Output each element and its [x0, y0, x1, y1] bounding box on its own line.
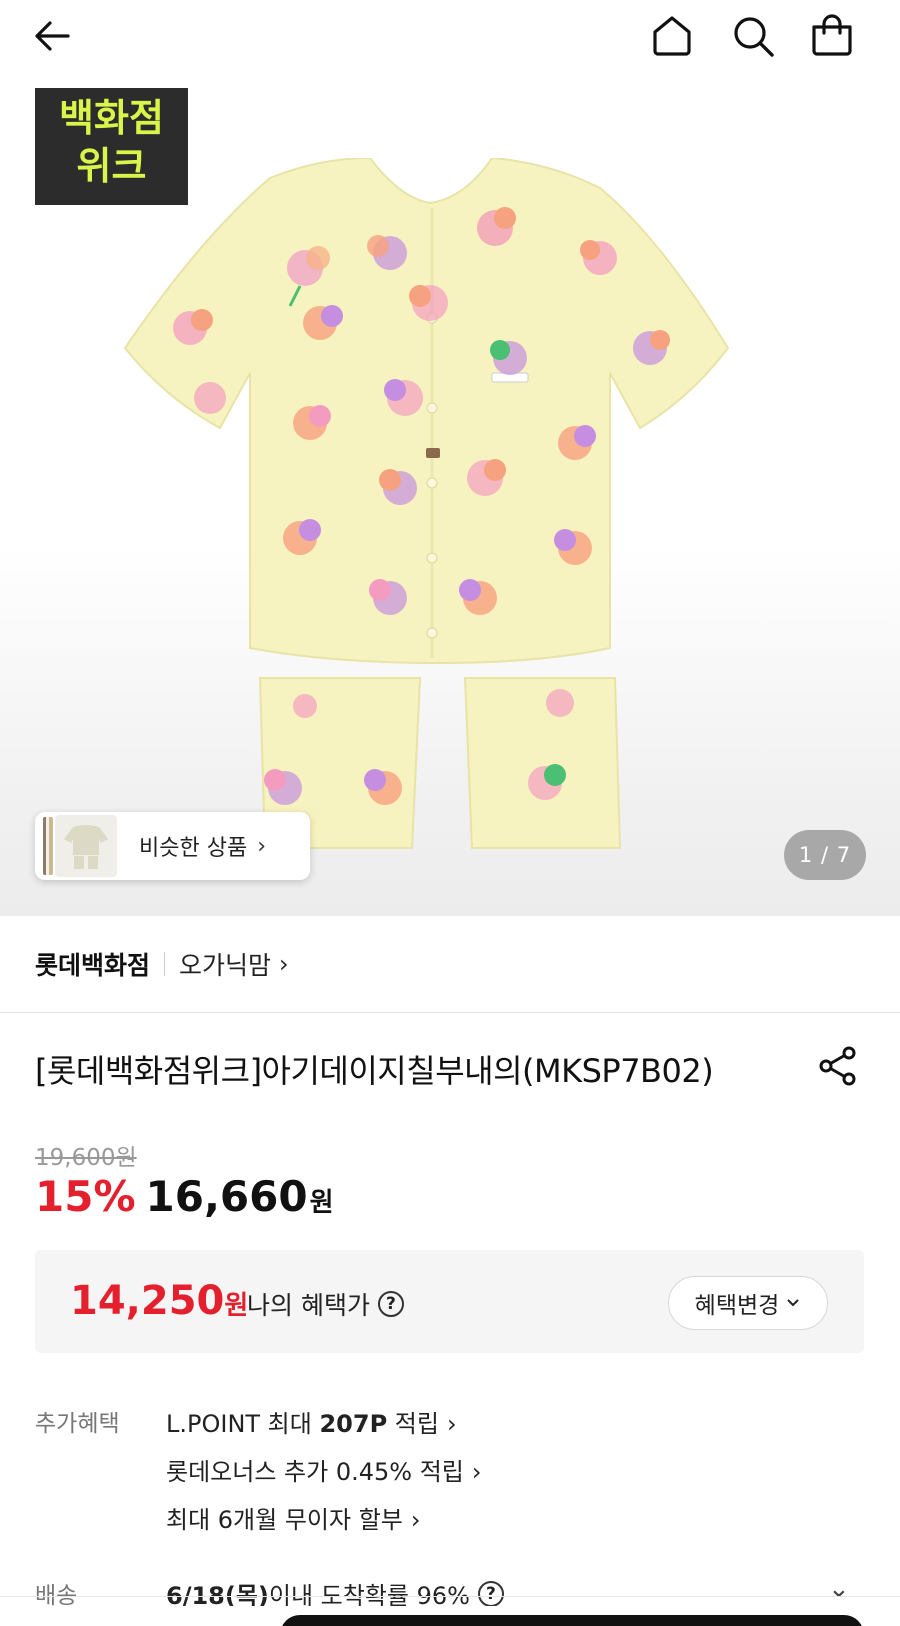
- lpoint-benefit[interactable]: L.POINT 최대 207P 적립 ›: [166, 1404, 457, 1439]
- shipping-label: 배송: [35, 1583, 78, 1606]
- cart-button[interactable]: [806, 10, 858, 62]
- breadcrumb: 롯데백화점 오가닉맘 ›: [35, 944, 289, 984]
- owners-benefit-text: 롯데오너스 추가 0.45% 적립: [166, 1458, 464, 1486]
- shipping-row[interactable]: 배송 6/18(목) 이내 도착확률 96% ? ⌄: [0, 1576, 900, 1606]
- brand-link[interactable]: 오가닉맘: [179, 946, 271, 982]
- product-image-carousel[interactable]: 백화점 위크 비슷한 상품 › 1 / 7: [0, 88, 900, 916]
- product-title: [롯데백화점위크]아기데이지칠부내의(MKSP7B02): [35, 1052, 714, 1090]
- price-row: 15% 16,660 원: [35, 1172, 334, 1221]
- original-price: 19,600원: [35, 1145, 137, 1171]
- search-icon: [734, 17, 774, 57]
- share-icon: [819, 1046, 856, 1086]
- shipping-info: 6/18(목) 이내 도착확률 96% ?: [166, 1576, 504, 1606]
- benefit-label: 나의 혜택가 ?: [247, 1286, 404, 1322]
- price-unit: 원: [309, 1188, 334, 1218]
- benefit-price-value: 14,250: [70, 1278, 225, 1324]
- owners-benefit[interactable]: 롯데오너스 추가 0.45% 적립 ›: [166, 1452, 481, 1487]
- help-icon[interactable]: ?: [477, 1580, 504, 1606]
- benefit-label-text: 나의 혜택가: [247, 1291, 370, 1320]
- product-image: [123, 158, 730, 849]
- top-bar: [0, 0, 900, 88]
- discount-rate: 15%: [35, 1172, 136, 1221]
- chevron-right-icon: ›: [410, 1506, 421, 1534]
- change-benefit-button[interactable]: 혜택변경: [668, 1276, 828, 1330]
- similar-products-label: 비슷한 상품: [139, 836, 248, 861]
- extra-benefits-label: 추가혜택: [35, 1411, 120, 1437]
- store-name[interactable]: 롯데백화점: [35, 946, 150, 982]
- chevron-down-icon: ⌄: [828, 1576, 850, 1604]
- back-button[interactable]: [26, 10, 78, 62]
- promo-badge-line1: 백화점: [59, 96, 164, 140]
- chevron-right-icon: ›: [471, 1458, 482, 1486]
- shipping-date: 6/18(목): [166, 1582, 269, 1606]
- chevron-right-icon: ›: [279, 950, 289, 978]
- bottom-action-bar[interactable]: [280, 1615, 864, 1626]
- lpoint-suffix: 적립: [387, 1410, 439, 1438]
- lpoint-amount: 207P: [319, 1410, 388, 1438]
- benefit-price-unit: 원: [224, 1291, 249, 1321]
- arrow-left-icon: [35, 21, 70, 51]
- share-button[interactable]: [816, 1044, 860, 1088]
- benefit-price: 14,250원: [70, 1278, 248, 1324]
- installment-benefit-text: 최대 6개월 무이자 할부: [166, 1506, 403, 1534]
- lpoint-prefix: L.POINT 최대: [166, 1410, 320, 1438]
- shopping-bag-icon: [812, 14, 852, 56]
- chevron-down-icon: [787, 1299, 800, 1307]
- shipping-probability: 이내 도착확률 96%: [268, 1582, 470, 1606]
- section-divider: [0, 1012, 900, 1013]
- breadcrumb-divider: [164, 952, 166, 976]
- similar-thumb-edge: [43, 817, 53, 875]
- search-button[interactable]: [727, 10, 779, 62]
- chevron-right-icon: ›: [257, 833, 267, 859]
- image-counter: 1 / 7: [784, 830, 866, 880]
- home-button[interactable]: [646, 10, 698, 62]
- installment-benefit[interactable]: 최대 6개월 무이자 할부 ›: [166, 1500, 421, 1535]
- home-icon: [653, 16, 691, 56]
- benefit-price-box: 14,250원 나의 혜택가 ? 혜택변경: [35, 1250, 864, 1353]
- similar-products-button[interactable]: 비슷한 상품 ›: [35, 812, 310, 880]
- help-icon[interactable]: ?: [377, 1291, 404, 1317]
- bottom-divider: [0, 1596, 900, 1597]
- sale-price: 16,660: [145, 1172, 308, 1221]
- change-benefit-label: 혜택변경: [694, 1293, 780, 1319]
- chevron-right-icon: ›: [446, 1410, 457, 1438]
- similar-product-thumbnail: [55, 815, 117, 877]
